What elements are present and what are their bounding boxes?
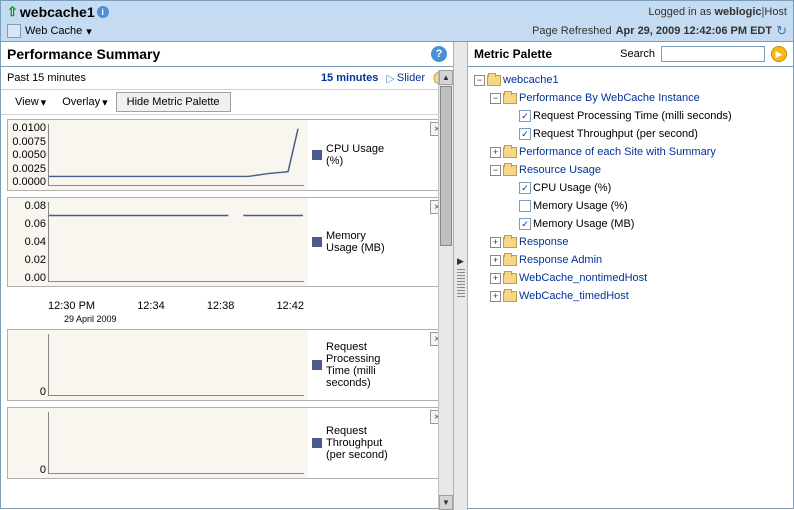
- y-axis-labels: 0: [10, 408, 46, 478]
- tree-folder[interactable]: +Response: [490, 233, 787, 251]
- folder-icon: [487, 75, 501, 86]
- tree-root[interactable]: −webcache1: [474, 71, 787, 89]
- tree-folder[interactable]: +Response Admin: [490, 251, 787, 269]
- expand-icon[interactable]: +: [490, 291, 501, 302]
- refresh-label: Page Refreshed: [532, 25, 612, 37]
- tree-metric[interactable]: Memory Usage (%): [506, 197, 787, 215]
- collapse-icon[interactable]: −: [490, 93, 501, 104]
- scroll-down-icon[interactable]: ▼: [439, 495, 453, 510]
- scroll-up-icon[interactable]: ▲: [439, 70, 453, 85]
- resize-handle-icon[interactable]: [457, 269, 465, 299]
- tree-metric[interactable]: ✓Request Processing Time (milli seconds): [506, 107, 787, 125]
- metric-chart: × 0 Request Throughput (per second): [7, 407, 447, 479]
- tree-metric[interactable]: ✓Request Throughput (per second): [506, 125, 787, 143]
- search-label: Search: [620, 48, 655, 60]
- metric-chart: × 0.080.060.040.020.00 12:30 PM12:3412:3…: [7, 197, 447, 287]
- past-range-label: Past 15 minutes: [7, 72, 86, 84]
- metric-chart: × 0.01000.00750.00500.00250.0000 CPU Usa…: [7, 119, 447, 191]
- info-icon[interactable]: i: [97, 6, 109, 18]
- checkbox[interactable]: [519, 200, 531, 212]
- tree-metric[interactable]: ✓CPU Usage (%): [506, 179, 787, 197]
- folder-icon: [503, 147, 517, 158]
- refresh-icon[interactable]: ↻: [776, 23, 787, 39]
- legend-color-icon: [312, 150, 322, 160]
- chevron-down-icon: ▾: [102, 96, 108, 109]
- expand-icon[interactable]: +: [490, 237, 501, 248]
- perf-title: Performance Summary: [7, 46, 160, 62]
- checkbox[interactable]: ✓: [519, 182, 531, 194]
- tree-metric[interactable]: ✓Memory Usage (MB): [506, 215, 787, 233]
- metric-chart: × 0 Request Processing Time (milli secon…: [7, 329, 447, 401]
- chart-legend: CPU Usage (%): [308, 120, 403, 190]
- collapse-icon[interactable]: −: [490, 165, 501, 176]
- view-menu[interactable]: View▾: [7, 93, 54, 112]
- overlay-menu[interactable]: Overlay▾: [54, 93, 115, 112]
- metric-palette-panel: Metric Palette Search ▶ −webcache1−Perfo…: [468, 42, 793, 510]
- chart-legend: Memory Usage (MB): [308, 198, 403, 286]
- tree-folder[interactable]: +WebCache_nontimedHost: [490, 269, 787, 287]
- folder-icon: [503, 273, 517, 284]
- checkbox[interactable]: ✓: [519, 218, 531, 230]
- y-axis-labels: 0.080.060.040.020.00: [10, 198, 46, 286]
- duration-link[interactable]: 15 minutes: [321, 72, 378, 84]
- refresh-timestamp: Apr 29, 2009 12:42:06 PM EDT: [616, 25, 773, 37]
- collapse-icon[interactable]: −: [474, 75, 485, 86]
- search-input[interactable]: [661, 46, 765, 62]
- charts-container: × 0.01000.00750.00500.00250.0000 CPU Usa…: [1, 115, 453, 495]
- y-axis-labels: 0.01000.00750.00500.00250.0000: [10, 120, 46, 190]
- metric-tree: −webcache1−Performance By WebCache Insta…: [468, 67, 793, 309]
- component-menu-icon[interactable]: [7, 24, 21, 38]
- tree-folder[interactable]: +Performance of each Site with Summary: [490, 143, 787, 161]
- slider-button[interactable]: ▷ Slider: [386, 72, 425, 85]
- search-go-button[interactable]: ▶: [771, 46, 787, 62]
- legend-color-icon: [312, 438, 322, 448]
- expand-icon[interactable]: +: [490, 255, 501, 266]
- tree-folder[interactable]: +WebCache_timedHost: [490, 287, 787, 305]
- folder-icon: [503, 255, 517, 266]
- folder-icon: [503, 165, 517, 176]
- breadcrumb-label: Web Cache: [25, 25, 82, 37]
- expand-icon[interactable]: +: [490, 273, 501, 284]
- tree-folder[interactable]: −Performance By WebCache Instance: [490, 89, 787, 107]
- checkbox[interactable]: ✓: [519, 128, 531, 140]
- legend-color-icon: [312, 237, 322, 247]
- scroll-thumb[interactable]: [440, 86, 452, 246]
- hide-palette-button[interactable]: Hide Metric Palette: [116, 92, 231, 112]
- login-info: Logged in as weblogic|Host: [648, 6, 787, 18]
- chevron-down-icon: ▾: [41, 96, 47, 109]
- chart-toolbar: View▾ Overlay▾ Hide Metric Palette: [1, 89, 453, 115]
- breadcrumb[interactable]: Web Cache ▾: [7, 24, 92, 38]
- play-icon: ▷: [386, 72, 394, 85]
- page-header: ⇧ webcache1 i Logged in as weblogic|Host…: [1, 1, 793, 42]
- status-up-icon: ⇧: [7, 4, 18, 20]
- collapse-right-icon[interactable]: ▶: [457, 256, 464, 267]
- chevron-down-icon: ▾: [86, 25, 92, 38]
- y-axis-labels: 0: [10, 330, 46, 400]
- scrollbar[interactable]: ▲ ▼: [438, 70, 453, 510]
- checkbox[interactable]: ✓: [519, 110, 531, 122]
- help-icon[interactable]: ?: [431, 46, 447, 62]
- expand-icon[interactable]: +: [490, 147, 501, 158]
- chart-legend: Request Throughput (per second): [308, 408, 403, 478]
- legend-color-icon: [312, 360, 322, 370]
- panel-divider[interactable]: ▶: [453, 42, 468, 510]
- page-title: webcache1: [20, 4, 95, 20]
- folder-icon: [503, 93, 517, 104]
- tree-folder[interactable]: −Resource Usage: [490, 161, 787, 179]
- palette-title: Metric Palette: [474, 47, 552, 61]
- folder-icon: [503, 291, 517, 302]
- folder-icon: [503, 237, 517, 248]
- chart-legend: Request Processing Time (milli seconds): [308, 330, 403, 400]
- performance-panel: Performance Summary ? Past 15 minutes 15…: [1, 42, 453, 510]
